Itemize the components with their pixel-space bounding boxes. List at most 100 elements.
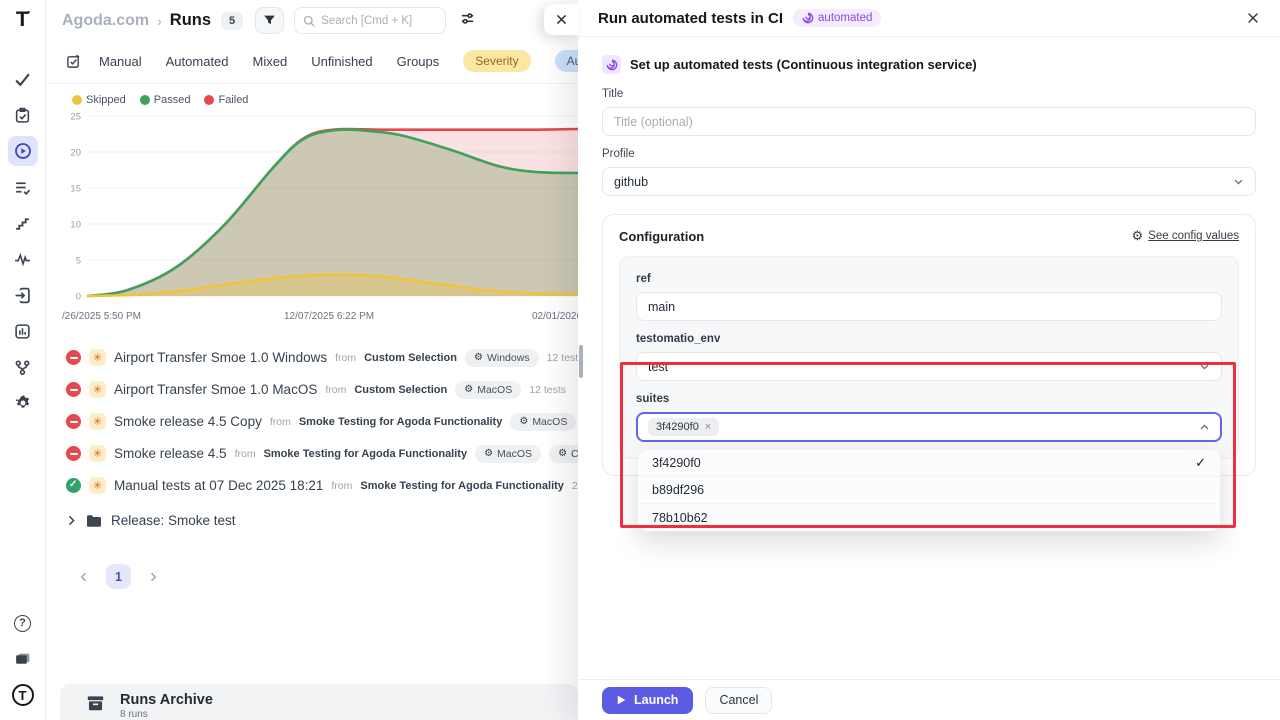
- breadcrumb-page: Runs: [170, 11, 211, 30]
- failed-status-icon: [66, 382, 81, 397]
- env-select[interactable]: test: [636, 352, 1222, 381]
- profile-value: github: [614, 175, 648, 189]
- release-group-row[interactable]: Release: Smoke test: [66, 513, 578, 528]
- profile-select[interactable]: github: [602, 167, 1256, 196]
- passed-status-icon: [66, 478, 81, 493]
- run-title[interactable]: Smoke release 4.5: [114, 446, 227, 461]
- svg-text:20: 20: [70, 148, 81, 159]
- automatable-pill[interactable]: Automatable: [555, 50, 578, 72]
- cancel-button[interactable]: Cancel: [705, 687, 772, 714]
- page-number[interactable]: 1: [106, 564, 131, 589]
- run-source: Custom Selection: [354, 384, 447, 396]
- prev-page-icon[interactable]: [78, 571, 90, 583]
- suites-dropdown: 3f4290f0 ✓ b89df296 78b10b62: [638, 450, 1220, 531]
- tab-groups[interactable]: Groups: [397, 54, 440, 69]
- chevron-down-icon: [1233, 176, 1244, 187]
- view-settings-icon[interactable]: [460, 11, 475, 31]
- run-title[interactable]: Airport Transfer Smoe 1.0 MacOS: [114, 382, 317, 397]
- projects-icon[interactable]: [8, 644, 38, 674]
- configuration-header: Configuration ⚙ See config values: [619, 228, 1239, 244]
- run-title[interactable]: Airport Transfer Smoe 1.0 Windows: [114, 350, 327, 365]
- section-header: Set up automated tests (Continuous integ…: [602, 55, 1256, 74]
- analytics-icon[interactable]: [8, 316, 38, 346]
- section-title: Set up automated tests (Continuous integ…: [630, 57, 977, 72]
- close-icon: [555, 13, 568, 26]
- bulk-select-icon[interactable]: [66, 54, 81, 69]
- scrollbar-thumb[interactable]: [579, 345, 583, 378]
- ref-label: ref: [636, 273, 1222, 285]
- drawer-edge-close-button[interactable]: [544, 4, 578, 35]
- tab-unfinished[interactable]: Unfinished: [311, 54, 372, 69]
- run-list: ✳ Airport Transfer Smoe 1.0 Windows from…: [46, 325, 578, 528]
- tab-automated[interactable]: Automated: [166, 54, 229, 69]
- selected-suite-tag: 3f4290f0 ×: [648, 418, 719, 436]
- import-icon[interactable]: [8, 280, 38, 310]
- runs-count-badge: 5: [221, 12, 243, 30]
- gear-icon: ⚙: [464, 384, 473, 395]
- profile-label: Profile: [602, 148, 1256, 160]
- group-label: Release: Smoke test: [111, 513, 236, 528]
- from-label: from: [235, 448, 256, 460]
- search-input[interactable]: [321, 15, 431, 27]
- run-row[interactable]: ✳ Smoke release 4.5 Copy from Smoke Test…: [66, 411, 578, 432]
- suite-option[interactable]: 78b10b62: [638, 504, 1220, 531]
- spinner-icon: ✳: [89, 445, 106, 462]
- chevron-right-icon[interactable]: [66, 515, 77, 526]
- runs-icon[interactable]: [8, 136, 38, 166]
- help-icon[interactable]: ?: [8, 608, 38, 638]
- run-row[interactable]: ✳ Airport Transfer Smoe 1.0 MacOS from C…: [66, 379, 578, 400]
- from-label: from: [325, 384, 346, 396]
- suite-option[interactable]: 3f4290f0 ✓: [638, 450, 1220, 477]
- skipped-dot-icon: [72, 95, 82, 105]
- configuration-title: Configuration: [619, 229, 704, 244]
- testomat-logo[interactable]: T': [16, 8, 29, 32]
- run-title[interactable]: Manual tests at 07 Dec 2025 18:21: [114, 478, 323, 493]
- run-row[interactable]: ✳ Manual tests at 07 Dec 2025 18:21 from…: [66, 475, 578, 496]
- checklist-icon[interactable]: [8, 172, 38, 202]
- close-icon: [1246, 11, 1260, 25]
- suites-label: suites: [636, 393, 1222, 405]
- tab-mixed[interactable]: Mixed: [253, 54, 288, 69]
- filter-button[interactable]: [255, 7, 284, 34]
- tests-count: 12 tests: [529, 384, 566, 396]
- breadcrumb-project[interactable]: Agoda.com: [62, 12, 149, 30]
- runs-archive-bar[interactable]: Runs Archive 8 runs: [60, 684, 578, 720]
- pulse-icon[interactable]: [8, 244, 38, 274]
- tasks-icon[interactable]: [8, 64, 38, 94]
- launch-button[interactable]: Launch: [602, 687, 693, 714]
- chevron-up-icon[interactable]: [1199, 422, 1210, 433]
- env-value: test: [648, 360, 668, 374]
- branch-icon[interactable]: [8, 352, 38, 382]
- run-in-ci-drawer: Run automated tests in CI automated Set …: [578, 0, 1280, 720]
- check-icon: ✓: [1195, 455, 1206, 471]
- see-config-values-link[interactable]: ⚙ See config values: [1132, 228, 1239, 244]
- run-source: Smoke Testing for Agoda Functionality: [264, 448, 468, 460]
- suite-option[interactable]: b89df296: [638, 477, 1220, 504]
- severity-pill[interactable]: Severity: [463, 50, 530, 72]
- spinner-icon: ✳: [89, 477, 106, 494]
- settings-icon[interactable]: [8, 388, 38, 418]
- close-button[interactable]: [1246, 11, 1260, 25]
- spinner-icon: ✳: [89, 349, 106, 366]
- area-chart: 0510152025: [60, 108, 578, 304]
- run-row[interactable]: ✳ Smoke release 4.5 from Smoke Testing f…: [66, 443, 578, 464]
- search-box[interactable]: [294, 7, 446, 34]
- failed-status-icon: [66, 446, 81, 461]
- run-row[interactable]: ✳ Airport Transfer Smoe 1.0 Windows from…: [66, 347, 578, 368]
- next-page-icon[interactable]: [147, 571, 159, 583]
- run-title[interactable]: Smoke release 4.5 Copy: [114, 414, 262, 429]
- suites-multiselect[interactable]: 3f4290f0 ×: [636, 412, 1222, 442]
- tab-manual[interactable]: Manual: [99, 54, 142, 69]
- legend-failed: Failed: [204, 94, 248, 106]
- drawer-header: Run automated tests in CI automated: [578, 0, 1280, 37]
- remove-tag-icon[interactable]: ×: [705, 421, 711, 433]
- test-plan-icon[interactable]: [8, 100, 38, 130]
- steps-icon[interactable]: [8, 208, 38, 238]
- testomat-widget-icon[interactable]: T: [8, 680, 38, 710]
- svg-text:0: 0: [76, 292, 81, 303]
- failed-dot-icon: [204, 95, 214, 105]
- gear-icon: ⚙: [484, 448, 493, 459]
- ref-input[interactable]: [636, 292, 1222, 321]
- gear-icon: ⚙: [519, 416, 528, 427]
- title-input[interactable]: [602, 107, 1256, 136]
